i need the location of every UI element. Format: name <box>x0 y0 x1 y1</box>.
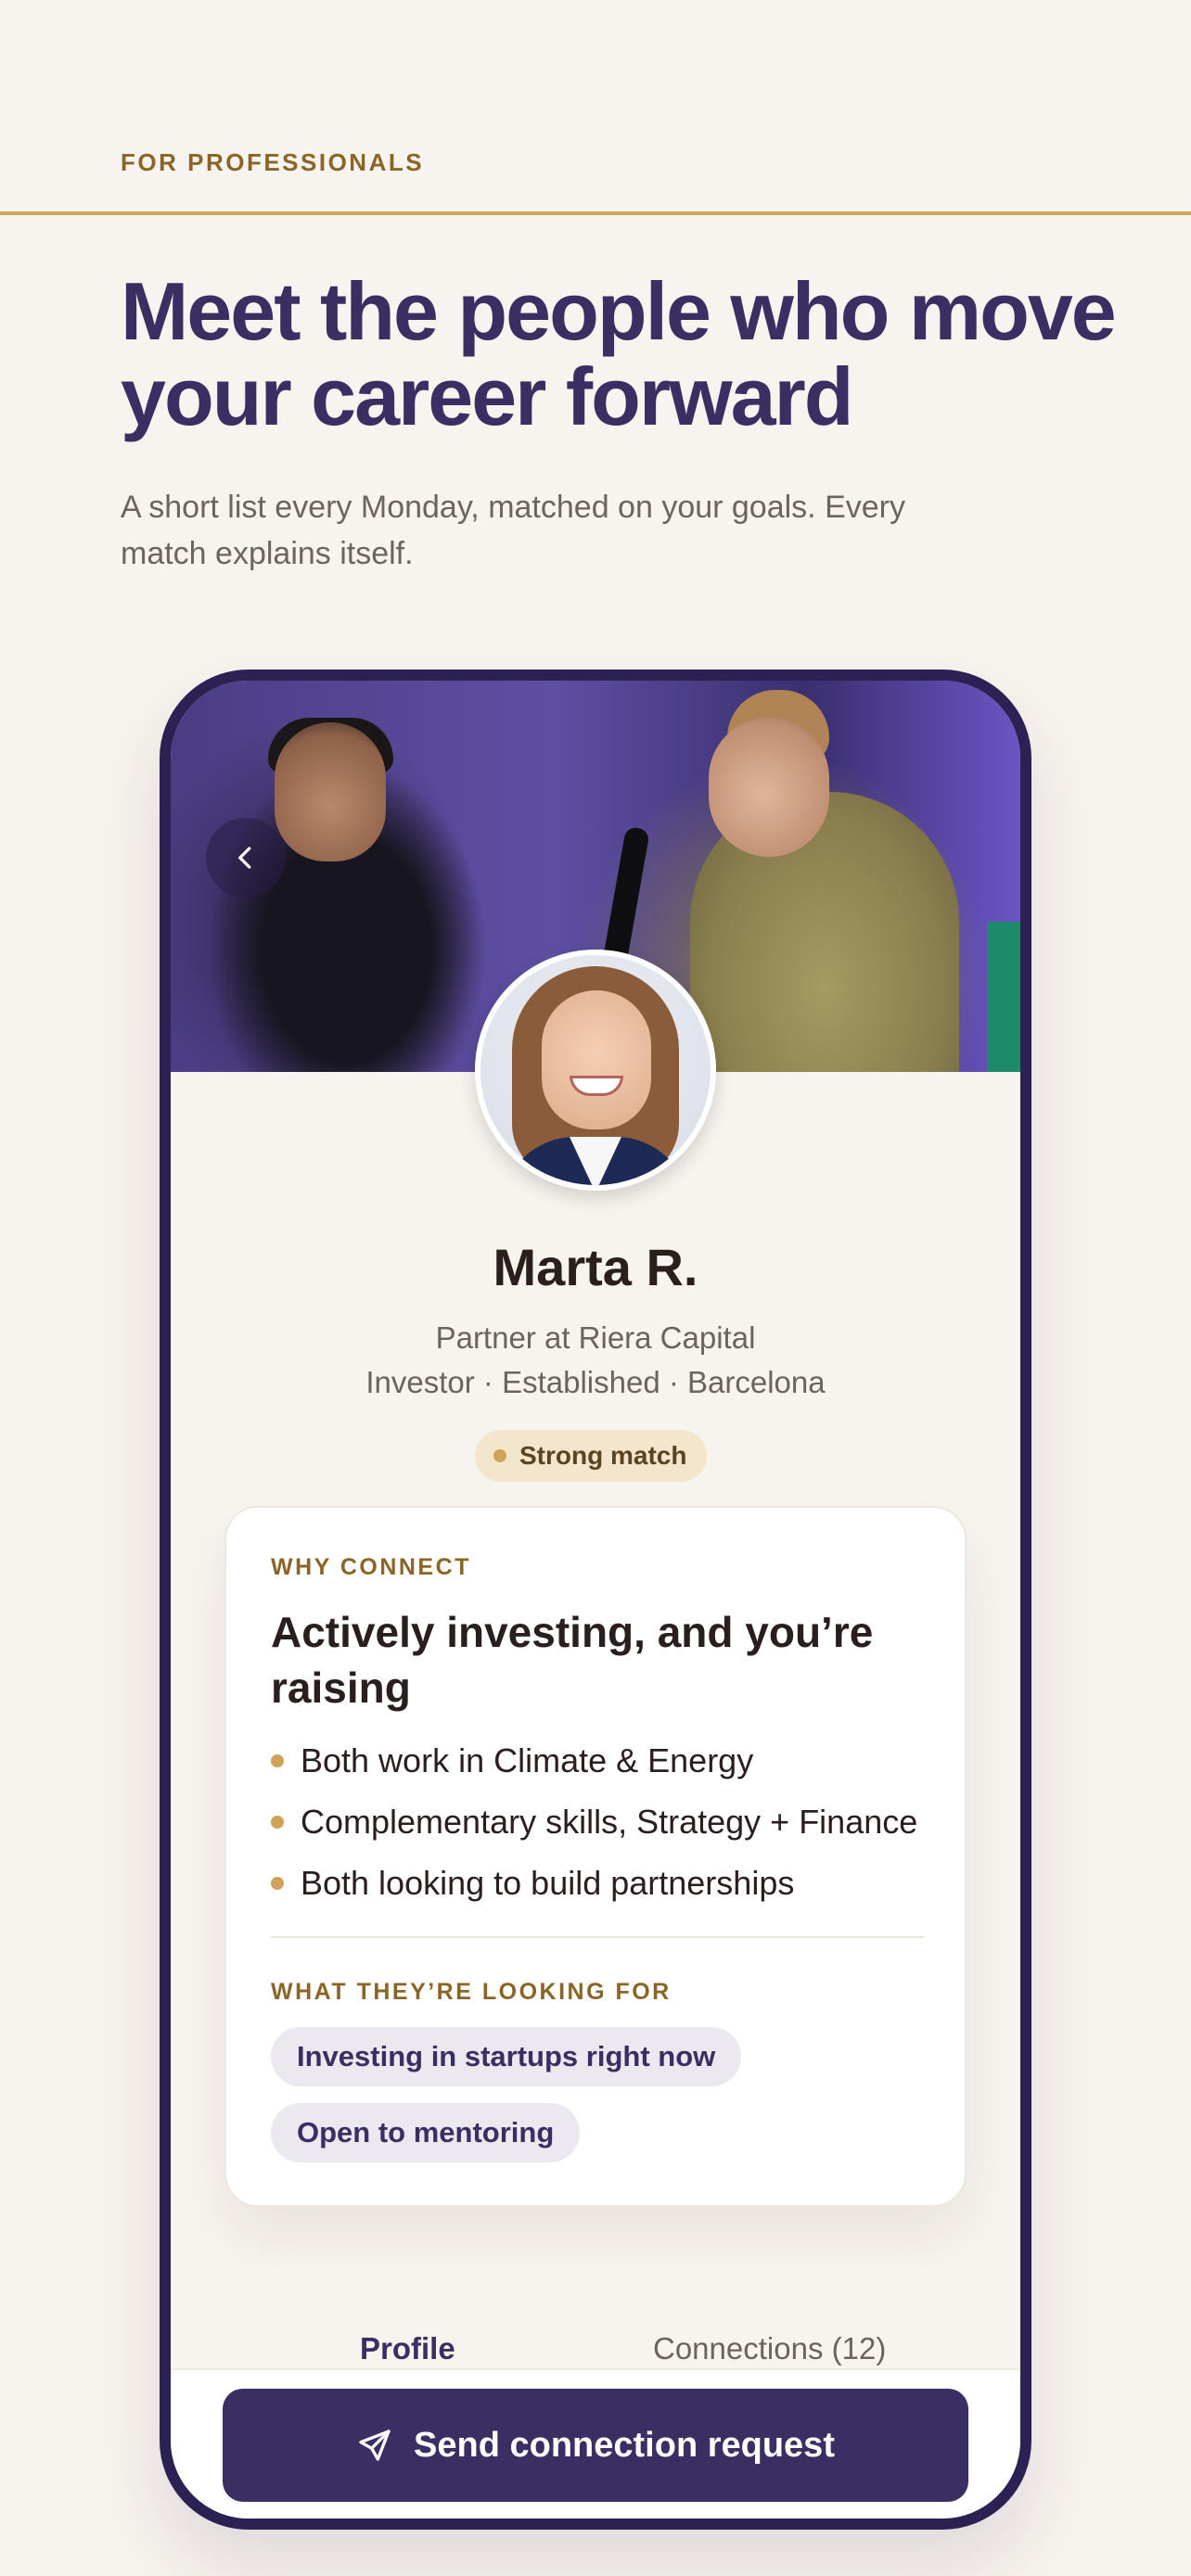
send-icon <box>359 2429 391 2461</box>
match-badge: Strong match <box>475 1430 708 1482</box>
cover-person-right-head <box>709 718 829 857</box>
avatar <box>475 950 716 1191</box>
looking-for-eyebrow: WHAT THEY’RE LOOKING FOR <box>271 1979 672 2005</box>
looking-for-chip: Open to mentoring <box>271 2103 581 2162</box>
microphone <box>602 825 650 968</box>
profile-meta: Investor · Established · Barcelona <box>365 1365 826 1399</box>
looking-for-chip: Investing in startups right now <box>271 2027 742 2086</box>
why-connect-eyebrow: WHY CONNECT <box>271 1554 471 1580</box>
page-subhead: A short list every Monday, matched on yo… <box>121 490 905 571</box>
cover-person-edge <box>987 922 1020 1072</box>
send-connection-request-label: Send connection request <box>414 2425 835 2465</box>
profile-name: Marta R. <box>493 1238 698 1296</box>
back-button[interactable] <box>206 818 286 898</box>
bullet-icon <box>271 1816 284 1829</box>
why-connect-title: Actively investing, and you’re raising <box>271 1608 874 1712</box>
reasons-list: Both work in Climate & Energy Complement… <box>271 1730 939 1914</box>
bullet-icon <box>271 1754 284 1767</box>
page: FOR PROFESSIONALS Meet the people who mo… <box>0 0 1191 2576</box>
chevron-left-icon <box>238 847 251 869</box>
divider <box>0 211 1191 215</box>
bottom-action-bar: Send connection request <box>171 2368 1020 2519</box>
reason-text: Complementary skills, Strategy + Finance <box>301 1803 918 1841</box>
tab-connections[interactable]: Connections (12) <box>653 2331 886 2366</box>
cover-person-left-head <box>275 722 386 861</box>
page-headline: Meet the people who move your career for… <box>121 265 1117 442</box>
reason-text: Both work in Climate & Energy <box>301 1741 754 1779</box>
why-connect-card: WHY CONNECT Actively investing, and you’… <box>224 1506 967 2207</box>
bullet-icon <box>271 1877 284 1890</box>
avatar-face <box>542 990 651 1129</box>
phone-mockup: Marta R. Partner at Riera Capital Invest… <box>160 670 1031 2530</box>
list-item: Both looking to build partnerships <box>271 1853 939 1914</box>
section-eyebrow: FOR PROFESSIONALS <box>121 148 425 176</box>
send-connection-request-button[interactable]: Send connection request <box>223 2389 968 2502</box>
reason-text: Both looking to build partnerships <box>301 1864 795 1902</box>
list-item: Complementary skills, Strategy + Finance <box>271 1792 939 1853</box>
badge-dot-icon <box>493 1449 506 1462</box>
list-item: Both work in Climate & Energy <box>271 1730 939 1792</box>
tab-profile[interactable]: Profile <box>360 2331 455 2366</box>
match-badge-label: Strong match <box>519 1441 687 1470</box>
card-divider <box>271 1936 924 1938</box>
profile-role: Partner at Riera Capital <box>435 1320 756 1355</box>
